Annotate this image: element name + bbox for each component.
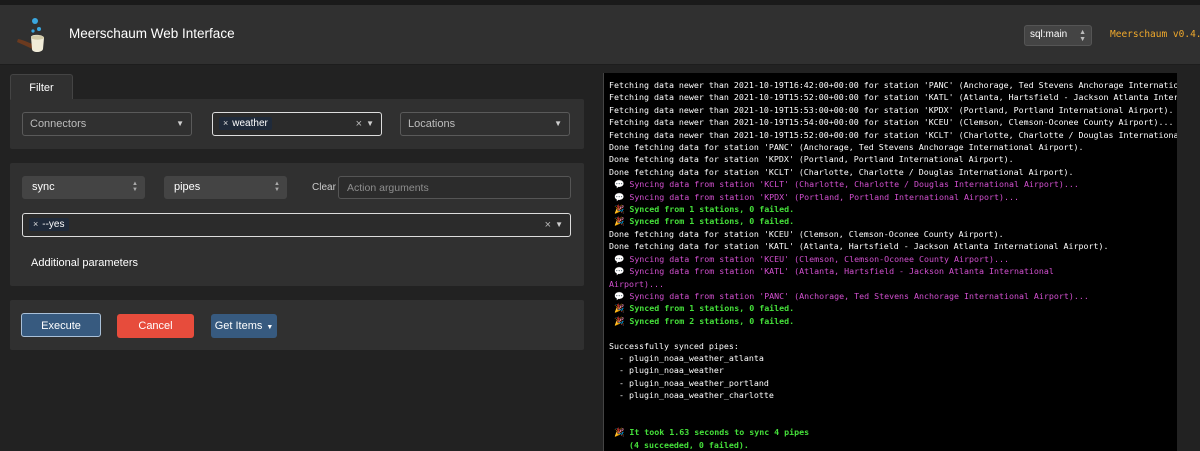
locations-select[interactable]: Locations ▼ (400, 112, 570, 136)
terminal-line: 🎉 Synced from 1 stations, 0 failed. (609, 204, 795, 215)
chevron-down-icon[interactable]: ▼ (366, 118, 374, 130)
meerschaum-logo-icon[interactable] (14, 17, 50, 57)
flag-chip-label: --yes (42, 219, 65, 230)
execute-button[interactable]: Execute (21, 313, 101, 337)
terminal-output[interactable]: Fetching data newer than 2021-10-19T16:4… (603, 73, 1177, 451)
page-scrollbar[interactable] (1177, 73, 1200, 451)
terminal-line: Fetching data newer than 2021-10-19T15:5… (609, 104, 1174, 115)
instance-select[interactable]: sql:main ▲ ▼ (1024, 25, 1092, 46)
terminal-line: 💬 Syncing data from station 'KPDX' (Port… (609, 191, 1019, 202)
get-items-button[interactable]: Get Items ▼ (211, 314, 277, 338)
terminal-line: Fetching data newer than 2021-10-19T15:5… (609, 129, 1177, 140)
updown-icon: ▲ ▼ (274, 181, 280, 193)
updown-icon: ▲ ▼ (132, 181, 138, 193)
terminal-line: 🎉 Synced from 1 stations, 0 failed. (609, 303, 795, 314)
terminal-line: 💬 Syncing data from station 'PANC' (Anch… (609, 290, 1089, 301)
additional-parameters-toggle[interactable]: Additional parameters (31, 257, 138, 269)
action-arguments-input[interactable]: Action arguments (338, 176, 571, 199)
remove-chip-icon[interactable]: × (33, 219, 38, 229)
chevron-down-icon[interactable]: ▼ (555, 219, 563, 231)
clear-icon[interactable]: × (356, 117, 362, 131)
clear-button[interactable]: Clear (312, 182, 336, 193)
terminal-line: Airport)... (609, 278, 664, 289)
updown-icon: ▲ ▼ (1079, 29, 1086, 43)
chevron-down-icon: ▼ (176, 119, 184, 128)
terminal-line: Fetching data newer than 2021-10-19T15:5… (609, 92, 1177, 103)
terminal-line: 🎉 Synced from 2 stations, 0 failed. (609, 315, 795, 326)
flags-select[interactable]: × --yes × ▼ (22, 213, 571, 237)
version-label: Meerschaum v0.4.4 (1110, 29, 1200, 40)
subaction-dropdown[interactable]: pipes ▲ ▼ (164, 176, 287, 199)
instance-value: sql:main (1030, 29, 1068, 40)
metrics-select[interactable]: × weather × ▼ (212, 112, 382, 136)
caret-down-icon: ▼ (264, 324, 274, 331)
action-value: sync (32, 181, 55, 193)
tab-filter[interactable]: Filter (10, 74, 73, 100)
terminal-line: Successfully synced pipes: (609, 340, 739, 351)
terminal-line: 💬 Syncing data from station 'KATL' (Atla… (609, 266, 1054, 277)
clear-icon[interactable]: × (545, 218, 551, 232)
terminal-line: Done fetching data for station 'KCLT' (C… (609, 166, 1074, 177)
get-items-label: Get Items (214, 320, 263, 332)
metric-chip-label: weather (232, 118, 268, 129)
terminal-line: 💬 Syncing data from station 'KCEU' (Clem… (609, 253, 1009, 264)
terminal-line: (4 succeeded, 0 failed). (609, 439, 749, 450)
remove-chip-icon[interactable]: × (223, 118, 228, 128)
metric-chip[interactable]: × weather (219, 117, 272, 130)
action-dropdown[interactable]: sync ▲ ▼ (22, 176, 145, 199)
terminal-line: - plugin_noaa_weather_atlanta (609, 352, 764, 363)
terminal-line: Done fetching data for station 'KATL' (A… (609, 241, 1109, 252)
terminal-line: - plugin_noaa_weather_portland (609, 377, 769, 388)
terminal-line: - plugin_noaa_weather (609, 365, 724, 376)
navbar: Meerschaum Web Interface sql:main ▲ ▼ Mee… (0, 5, 1200, 65)
flag-chip[interactable]: × --yes (29, 218, 69, 231)
terminal-line: 🎉 Synced from 1 stations, 0 failed. (609, 216, 795, 227)
terminal-line: - plugin_noaa_weather_charlotte (609, 390, 774, 401)
terminal-line: Fetching data newer than 2021-10-19T16:4… (609, 80, 1177, 90)
connectors-placeholder: Connectors (30, 118, 87, 130)
terminal-line: 💬 Syncing data from station 'KCLT' (Char… (609, 179, 1079, 190)
terminal-line: 🎉 It took 1.63 seconds to sync 4 pipes (609, 427, 810, 438)
terminal-line: Done fetching data for station 'PANC' (A… (609, 142, 1084, 153)
connectors-select[interactable]: Connectors ▼ (22, 112, 192, 136)
cancel-button[interactable]: Cancel (117, 314, 194, 338)
terminal-line: Done fetching data for station 'KCEU' (C… (609, 228, 1004, 239)
locations-placeholder: Locations (408, 118, 456, 130)
terminal-line: Fetching data newer than 2021-10-19T15:5… (609, 117, 1174, 128)
app-title: Meerschaum Web Interface (69, 26, 235, 41)
terminal-line: Done fetching data for station 'KPDX' (P… (609, 154, 1014, 165)
subaction-value: pipes (174, 181, 201, 193)
chevron-down-icon: ▼ (554, 119, 562, 128)
